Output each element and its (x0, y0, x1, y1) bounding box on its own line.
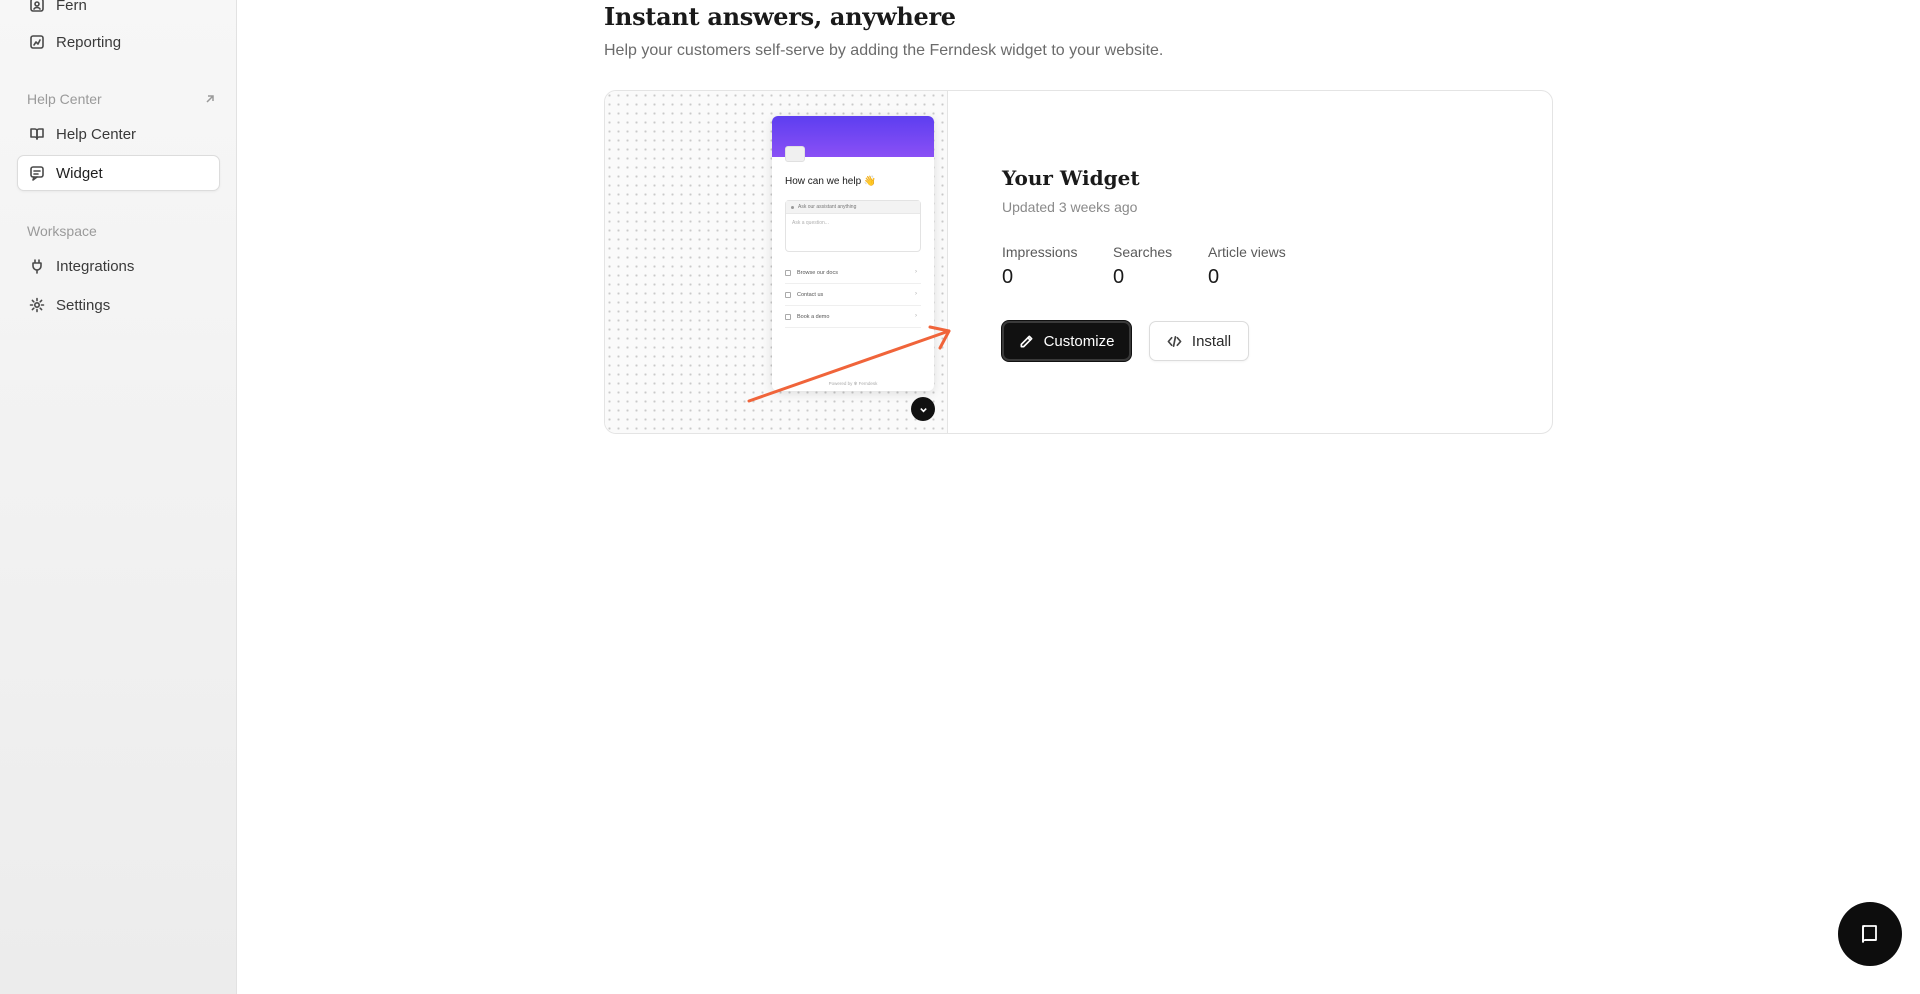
widget-preview-row-label: Browse our docs (797, 269, 838, 276)
sidebar-item-label: Fern (56, 0, 87, 14)
customize-button-label: Customize (1043, 332, 1115, 350)
widget-updated: Updated 3 weeks ago (1002, 199, 1138, 215)
widget-preview-logo (785, 146, 805, 162)
chevron-right-icon: › (915, 269, 917, 275)
widget-preview-search: Ask our assistant anything Ask a questio… (785, 200, 921, 252)
widget-card: How can we help 👋 Ask our assistant anyt… (604, 90, 1553, 434)
chevron-right-icon: › (915, 313, 917, 319)
widget-preview-row: Book a demo › (785, 306, 921, 328)
customize-button[interactable]: Customize (1002, 321, 1131, 361)
widget-preview: How can we help 👋 Ask our assistant anyt… (605, 91, 948, 433)
widget-preview-placeholder: Ask a question... (792, 220, 829, 226)
widget-preview-row-label: Book a demo (797, 313, 830, 320)
widget-preview-panel: How can we help 👋 Ask our assistant anyt… (772, 116, 934, 391)
stat-article-views: Article views 0 (1208, 244, 1286, 289)
sidebar-item-label: Integrations (56, 257, 135, 275)
install-button[interactable]: Install (1149, 321, 1249, 361)
sidebar-item-widget[interactable]: Widget (17, 155, 220, 191)
sidebar-item-help-center[interactable]: Help Center (17, 116, 220, 152)
sidebar-item-label: Settings (56, 296, 111, 314)
widget-preview-row-label: Contact us (797, 291, 824, 298)
stat-value: 0 (1113, 266, 1125, 288)
sidebar-item-integrations[interactable]: Integrations (17, 248, 220, 284)
doc-icon (785, 269, 791, 276)
widget-name: Your Widget (1002, 166, 1140, 190)
pencil-icon (1020, 335, 1033, 347)
widget-preview-row: Contact us › (785, 284, 921, 306)
stat-label: Searches (1113, 244, 1173, 260)
stat-value: 0 (1208, 266, 1220, 288)
gear-icon (28, 296, 46, 314)
sidebar-item-reporting[interactable]: Reporting (17, 24, 220, 60)
chevron-right-icon: › (915, 291, 917, 297)
sidebar-item-settings[interactable]: Settings (17, 287, 220, 323)
section-label-help-center: Help Center (27, 91, 102, 107)
widget-preview-row: Browse our docs › (785, 262, 921, 284)
chat-icon (28, 164, 46, 182)
page-title: Instant answers, anywhere (604, 2, 956, 31)
mail-icon (785, 291, 791, 298)
stat-value: 0 (1002, 266, 1014, 288)
book-icon (28, 125, 46, 143)
code-icon (1167, 335, 1182, 347)
install-button-label: Install (1191, 332, 1232, 350)
widget-launcher-icon (911, 397, 935, 421)
stat-label: Article views (1208, 244, 1286, 260)
widget-preview-footer: Powered by ✻ Ferndesk (828, 381, 878, 386)
sidebar-item-label: Reporting (56, 33, 122, 51)
sidebar-item-fern[interactable]: Fern (17, 0, 220, 23)
calendar-icon (785, 313, 791, 320)
book-icon (1862, 925, 1877, 943)
widget-preview-assistant-label: Ask our assistant anything (786, 201, 920, 214)
stat-searches: Searches 0 (1113, 244, 1172, 289)
chart-icon (28, 33, 46, 51)
widget-preview-title: How can we help 👋 (785, 176, 877, 187)
sidebar-item-label: Help Center (56, 125, 137, 143)
stat-label: Impressions (1002, 244, 1078, 260)
page-subtitle: Help your customers self-serve by adding… (604, 42, 1164, 59)
external-link-icon[interactable] (204, 92, 218, 106)
sidebar-item-label: Widget (56, 164, 103, 182)
sidebar: Fern Reporting Help Center Help Center W… (0, 0, 237, 994)
stat-impressions: Impressions 0 (1002, 244, 1077, 289)
section-label-workspace: Workspace (27, 223, 97, 239)
plug-icon (28, 257, 46, 275)
contact-icon (28, 0, 46, 14)
help-widget-launcher[interactable] (1838, 902, 1902, 966)
